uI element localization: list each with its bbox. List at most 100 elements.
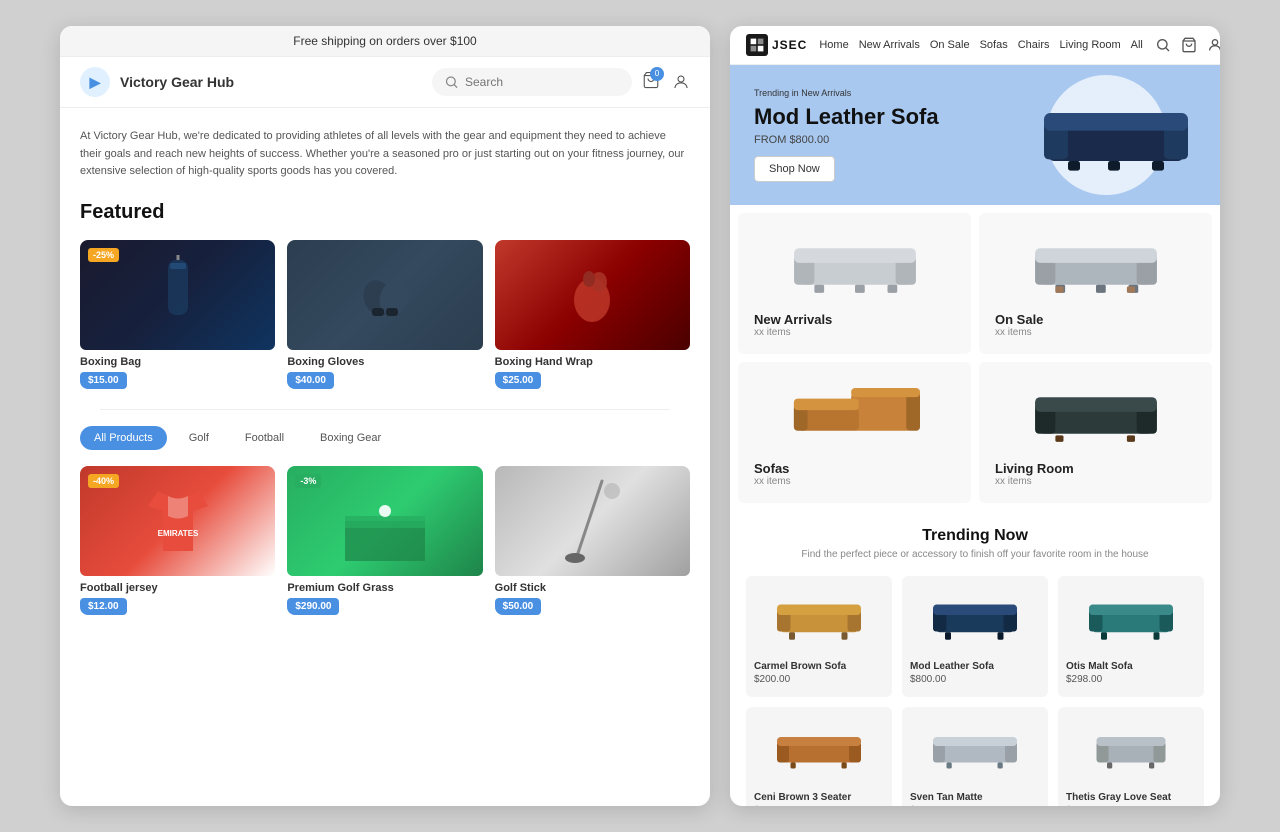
about-text: At Victory Gear Hub, we're dedicated to … <box>80 128 690 181</box>
product-image-boxing-bag: -25% <box>80 240 275 350</box>
right-logo: JSEC <box>746 34 807 56</box>
trending-product-image-3 <box>754 719 884 784</box>
discount-badge: -40% <box>88 474 119 488</box>
trending-product-price: $800.00 <box>910 674 1040 685</box>
brand-name: Victory Gear Hub <box>120 74 422 90</box>
right-logo-icon <box>746 34 768 56</box>
category-card-living-room[interactable]: Living Room xx items <box>979 362 1212 503</box>
filter-tab-all-products[interactable]: All Products <box>80 426 167 450</box>
product-name: Football jersey <box>80 582 275 594</box>
trending-subtitle: Find the perfect piece or accessory to f… <box>746 549 1204 560</box>
product-price: $290.00 <box>287 598 339 615</box>
filter-tab-golf[interactable]: Golf <box>175 426 223 450</box>
trending-product-name: Carmel Brown Sofa <box>754 661 884 672</box>
left-content: At Victory Gear Hub, we're dedicated to … <box>60 108 710 806</box>
category-card-new-arrivals[interactable]: New Arrivals xx items <box>738 213 971 354</box>
category-count: xx items <box>754 327 955 338</box>
product-price: $50.00 <box>495 598 542 615</box>
product-image-golf-stick <box>495 466 690 576</box>
trending-title: Trending Now <box>746 527 1204 545</box>
search-bar[interactable] <box>432 68 632 96</box>
trending-product-name: Ceni Brown 3 Seater <box>754 792 884 803</box>
cart-button[interactable]: 0 <box>642 71 660 94</box>
golf-grass-illustration <box>345 481 425 561</box>
trending-card-sven-tan[interactable]: Sven Tan Matte $205.00 <box>902 707 1048 806</box>
product-card-golf-stick[interactable]: Golf Stick $50.00 <box>495 466 690 615</box>
category-label: Living Room <box>995 461 1196 476</box>
category-count: xx items <box>995 476 1196 487</box>
golf-stick-illustration <box>557 476 627 566</box>
search-icon <box>444 73 459 91</box>
boxing-bag-illustration <box>148 255 208 335</box>
right-profile-icon[interactable] <box>1207 37 1220 53</box>
cart-badge: 0 <box>650 67 664 81</box>
trending-badge: Trending in New Arrivals <box>754 88 939 98</box>
product-name: Premium Golf Grass <box>287 582 482 594</box>
featured-products-grid: -25% Boxing Bag $15.00 <box>80 240 690 389</box>
product-name: Boxing Gloves <box>287 356 482 368</box>
profile-icon[interactable] <box>672 73 690 91</box>
category-image-sofas <box>754 378 955 453</box>
hero-sofa-area <box>1036 88 1196 183</box>
svg-text:EMIRATES: EMIRATES <box>157 529 198 538</box>
trending-product-price: $651.00 <box>754 805 884 806</box>
right-cart-icon[interactable] <box>1181 37 1197 53</box>
trending-card-thetis-gray[interactable]: Thetis Gray Love Seat $100.00 <box>1058 707 1204 806</box>
right-brand-name: JSEC <box>772 38 807 52</box>
logo-icon: ▶ <box>80 67 110 97</box>
product-card-golf-grass[interactable]: -3% Premium Golf Grass $290.00 <box>287 466 482 615</box>
trending-product-name: Sven Tan Matte <box>910 792 1040 803</box>
product-image-football-jersey: -40% EMIRATES <box>80 466 275 576</box>
product-image-golf-grass: -3% <box>287 466 482 576</box>
nav-all[interactable]: All <box>1131 39 1143 51</box>
jsec-logo-icon <box>749 37 765 53</box>
category-card-sofas[interactable]: Sofas xx items <box>738 362 971 503</box>
trending-grid: Carmel Brown Sofa $200.00 <box>746 576 1204 806</box>
hero-text-area: Trending in New Arrivals Mod Leather Sof… <box>754 88 939 182</box>
right-search-icon[interactable] <box>1155 37 1171 53</box>
filtered-products-grid: -40% EMIRATES Football jersey $12.00 -3% <box>80 466 690 615</box>
product-price: $25.00 <box>495 372 542 389</box>
product-card-football-jersey[interactable]: -40% EMIRATES Football jersey $12.00 <box>80 466 275 615</box>
hand-wrap-illustration <box>557 260 627 330</box>
header-icons: 0 <box>642 71 690 94</box>
trending-product-name: Otis Malt Sofa <box>1066 661 1196 672</box>
trending-product-image-1 <box>910 588 1040 653</box>
living-room-sofa-svg <box>1031 383 1161 448</box>
filter-tab-boxing-gear[interactable]: Boxing Gear <box>306 426 395 450</box>
product-name: Boxing Hand Wrap <box>495 356 690 368</box>
trending-card-otis-malt[interactable]: Otis Malt Sofa $298.00 <box>1058 576 1204 697</box>
filter-tabs: All Products Golf Football Boxing Gear <box>80 426 690 450</box>
product-image-hand-wrap <box>495 240 690 350</box>
trending-product-image-5 <box>1066 719 1196 784</box>
right-header: JSEC Home New Arrivals On Sale Sofas Cha… <box>730 26 1220 65</box>
product-price: $12.00 <box>80 598 127 615</box>
search-input[interactable] <box>465 75 620 89</box>
category-grid: New Arrivals xx items <box>730 205 1220 511</box>
trending-product-price: $200.00 <box>754 674 884 685</box>
nav-sofas[interactable]: Sofas <box>980 39 1008 51</box>
right-header-icons <box>1155 37 1220 53</box>
left-header: ▶ Victory Gear Hub 0 <box>60 57 710 108</box>
trending-product-image-4 <box>910 719 1040 784</box>
trending-card-mod-leather[interactable]: Mod Leather Sofa $800.00 <box>902 576 1048 697</box>
nav-on-sale[interactable]: On Sale <box>930 39 970 51</box>
trending-product-price: $298.00 <box>1066 674 1196 685</box>
right-content: Trending in New Arrivals Mod Leather Sof… <box>730 65 1220 806</box>
nav-new-arrivals[interactable]: New Arrivals <box>859 39 920 51</box>
shop-now-button[interactable]: Shop Now <box>754 156 835 182</box>
category-card-on-sale[interactable]: On Sale xx items <box>979 213 1212 354</box>
nav-home[interactable]: Home <box>819 39 848 51</box>
trending-card-ceni-brown[interactable]: Ceni Brown 3 Seater $651.00 <box>746 707 892 806</box>
nav-living-room[interactable]: Living Room <box>1060 39 1121 51</box>
product-card-hand-wrap[interactable]: Boxing Hand Wrap $25.00 <box>495 240 690 389</box>
trending-product-price: $205.00 <box>910 805 1040 806</box>
product-image-boxing-gloves <box>287 240 482 350</box>
nav-chairs[interactable]: Chairs <box>1018 39 1050 51</box>
featured-title: Featured <box>80 201 690 224</box>
product-price: $40.00 <box>287 372 334 389</box>
product-card-boxing-bag[interactable]: -25% Boxing Bag $15.00 <box>80 240 275 389</box>
trending-card-carmel-brown[interactable]: Carmel Brown Sofa $200.00 <box>746 576 892 697</box>
product-card-boxing-gloves[interactable]: Boxing Gloves $40.00 <box>287 240 482 389</box>
filter-tab-football[interactable]: Football <box>231 426 298 450</box>
